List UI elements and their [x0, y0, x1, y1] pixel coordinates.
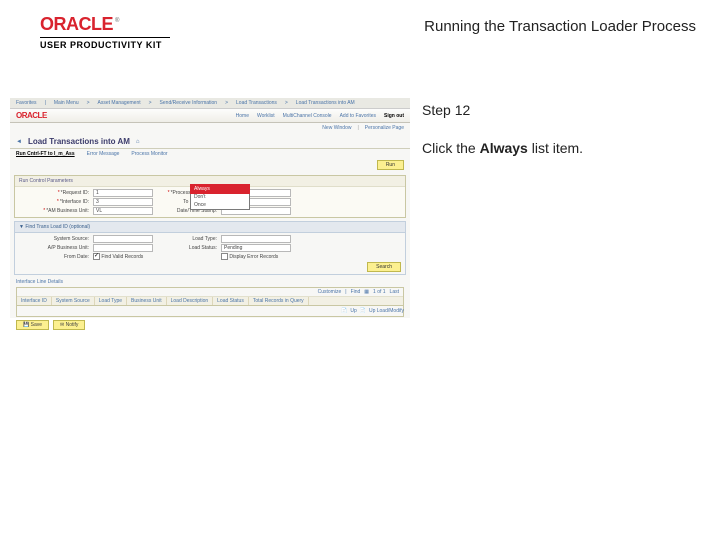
fld-request-id[interactable]: 1: [93, 189, 153, 197]
save-button[interactable]: 💾 Save: [16, 320, 49, 330]
col-sys[interactable]: System Source: [52, 297, 95, 305]
instruction-text: Click the Always list item.: [422, 140, 682, 156]
lbl-load-type: Load Type:: [157, 236, 217, 242]
instruction-panel: Step 12 Click the Always list item.: [422, 98, 682, 318]
page-up-icon[interactable]: 📄: [341, 308, 347, 314]
link-worklist[interactable]: Worklist: [257, 113, 275, 119]
col-ldesc[interactable]: Load Description: [167, 297, 214, 305]
page-modify-icon[interactable]: 📄: [360, 308, 366, 314]
nav-lt[interactable]: Load Transactions: [236, 100, 277, 106]
fld-ap-bu[interactable]: [93, 244, 153, 252]
fld-am-bu[interactable]: VL: [93, 207, 153, 215]
col-ltype[interactable]: Load Type: [95, 297, 127, 305]
process-freq-dropdown[interactable]: Always Don't Once: [190, 184, 250, 210]
table-title: Interface Line Details: [10, 277, 410, 287]
page-title: Running the Transaction Loader Process: [424, 14, 696, 35]
screen-title: Load Transactions into AM: [28, 137, 130, 146]
col-bu[interactable]: Business Unit: [127, 297, 167, 305]
cb-find-valid[interactable]: [93, 253, 100, 260]
group2-title[interactable]: ▼ Find Trans Load ID (optional): [14, 221, 406, 233]
tab-run-control[interactable]: Run Cntrl-FT to I_m_Ass: [16, 151, 75, 157]
page-up[interactable]: Up: [350, 308, 356, 314]
lbl-interface-id: *Interface ID:: [19, 199, 89, 205]
tbl-last[interactable]: Last: [390, 289, 399, 295]
app-brand: ORACLE: [16, 111, 47, 120]
search-button[interactable]: Search: [367, 262, 401, 272]
nav-ltam[interactable]: Load Transactions into AM: [296, 100, 355, 106]
col-total[interactable]: Total Records in Query: [249, 297, 309, 305]
nav-am[interactable]: Asset Management: [98, 100, 141, 106]
tab-process-monitor[interactable]: Process Monitor: [131, 151, 167, 157]
notify-button[interactable]: ✉ Notify: [53, 320, 85, 330]
link-personalize[interactable]: Personalize Page: [365, 125, 404, 131]
tbl-find[interactable]: Find: [351, 289, 361, 295]
link-home[interactable]: Home: [236, 113, 249, 119]
fld-load-type[interactable]: [221, 235, 291, 243]
oracle-upk-logo: ORACLE® USER PRODUCTIVITY KIT: [40, 14, 170, 50]
opt-always[interactable]: Always: [191, 185, 249, 193]
lbl-system-source: System Source:: [19, 236, 89, 242]
page-modify[interactable]: Up Load/Modify: [369, 308, 404, 314]
step-number: Step 12: [422, 102, 682, 118]
col-lstat[interactable]: Load Status: [213, 297, 249, 305]
opt-dont[interactable]: Don't: [191, 193, 249, 201]
tbl-range: 1 of 1: [373, 289, 386, 295]
tbl-customize[interactable]: Customize: [318, 289, 342, 295]
logo-word: ORACLE: [40, 14, 113, 34]
lbl-find-valid: Find Valid Records: [101, 254, 143, 260]
col-iid[interactable]: Interface ID: [17, 297, 52, 305]
run-button[interactable]: Run: [377, 160, 404, 170]
lbl-load-status: Load Status:: [157, 245, 217, 251]
nav-sri[interactable]: Send/Receive Information: [160, 100, 218, 106]
link-fav[interactable]: Add to Favorites: [340, 113, 376, 119]
link-mcc[interactable]: MultiChannel Console: [283, 113, 332, 119]
nav-favorites[interactable]: Favorites: [16, 100, 37, 106]
fld-interface-id[interactable]: 3: [93, 198, 153, 206]
cb-display-err[interactable]: [221, 253, 228, 260]
link-signout[interactable]: Sign out: [384, 113, 404, 119]
lbl-am-bu: *AM Business Unit:: [19, 208, 89, 214]
home-icon[interactable]: ⌂: [136, 139, 140, 145]
fld-load-status[interactable]: Pending: [221, 244, 291, 252]
back-icon[interactable]: ◄: [16, 139, 22, 145]
fld-system-source[interactable]: [93, 235, 153, 243]
table-header: Interface ID System Source Load Type Bus…: [17, 297, 403, 306]
app-screenshot: Favorites | Main Menu > Asset Management…: [10, 98, 410, 318]
tab-error-msg[interactable]: Error Message: [87, 151, 120, 157]
grid-icon[interactable]: ▦: [364, 289, 369, 295]
instruction-bold: Always: [480, 140, 528, 156]
lbl-request-id: *Request ID:: [19, 190, 89, 196]
opt-once[interactable]: Once: [191, 201, 249, 209]
lbl-from-date: From Date:: [19, 254, 89, 260]
logo-subtitle: USER PRODUCTIVITY KIT: [40, 40, 170, 50]
breadcrumb[interactable]: Favorites | Main Menu > Asset Management…: [10, 98, 410, 109]
nav-main[interactable]: Main Menu: [54, 100, 79, 106]
link-new-window[interactable]: New Window: [322, 125, 351, 131]
lbl-ap-bu: A/P Business Unit:: [19, 245, 89, 251]
lbl-display-err: Display Error Records: [229, 254, 278, 260]
